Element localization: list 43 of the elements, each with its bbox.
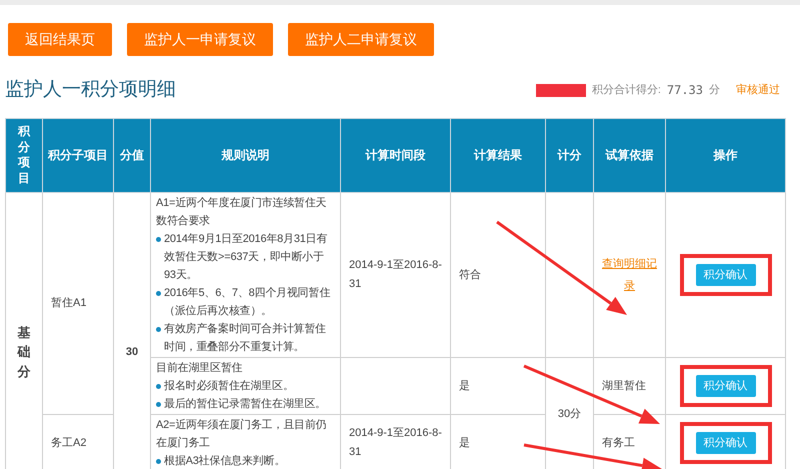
column-header: 试算依据	[594, 118, 666, 192]
column-header: 计算时间段	[340, 118, 450, 192]
subitem-cell: 暂住A1	[42, 192, 114, 414]
column-header: 积分项目	[6, 118, 42, 192]
bullet-icon	[156, 327, 161, 332]
rule-text: A2=近两年须在厦门务工，且目前仍在厦门务工	[156, 418, 328, 451]
status-text: 审核通过	[736, 82, 780, 98]
rule-text: 最后的暂住记录需暂住在湖里区。	[164, 397, 326, 412]
redaction-bar	[536, 84, 586, 96]
rule-text: 报名时必须暂住在湖里区。	[164, 378, 294, 394]
period-cell: 2014-9-1至2016-8-31	[340, 192, 450, 358]
column-header: 积分子项目	[42, 118, 114, 192]
column-header: 分值	[114, 118, 150, 192]
confirm-button[interactable]: 积分确认	[696, 264, 756, 286]
rule-text: 2016年5、6、7、8四个月视同暂住（派位后再次核查）。	[164, 286, 332, 319]
column-header: 计分	[546, 118, 594, 192]
bullet-icon	[156, 384, 161, 389]
category-cell: 基础分	[6, 192, 42, 469]
rule-text: A1=近两个年度在厦门市连续暂住天数符合要求	[156, 196, 328, 229]
action-button[interactable]: 监护人二申请复议	[288, 23, 434, 56]
bullet-icon	[156, 459, 161, 464]
points-cell: 30分	[546, 358, 594, 469]
column-header: 操作	[666, 118, 786, 192]
bullet-icon	[156, 402, 161, 407]
total-value: 77.33	[666, 82, 703, 99]
action-button[interactable]: 返回结果页	[8, 23, 112, 56]
rule-text: 根据A3社保信息来判断。	[164, 454, 286, 469]
rule-text: 2014年9月1日至2016年8月31日有效暂住天数>=637天，即中断小于93天。	[164, 232, 328, 283]
confirm-button[interactable]: 积分确认	[696, 432, 756, 454]
rule-text: 目前在湖里区暂住	[156, 361, 244, 376]
confirm-button[interactable]: 积分确认	[696, 375, 756, 397]
result-cell: 是	[450, 358, 546, 414]
action-button[interactable]: 监护人一申请复议	[127, 23, 273, 56]
value-cell: 30	[114, 192, 150, 469]
column-header: 规则说明	[150, 118, 340, 192]
total-label: 积分合计得分:	[592, 82, 661, 98]
result-cell: 符合	[450, 192, 546, 358]
column-header: 计算结果	[450, 118, 546, 192]
section-title: 监护人一积分项明细	[5, 78, 176, 102]
total-unit: 分	[709, 82, 720, 98]
bullet-icon	[156, 291, 161, 296]
rule-text: 有效房产备案时间可合并计算暂住时间，重叠部分不重复计算。	[164, 322, 328, 355]
bullet-icon	[156, 237, 161, 242]
